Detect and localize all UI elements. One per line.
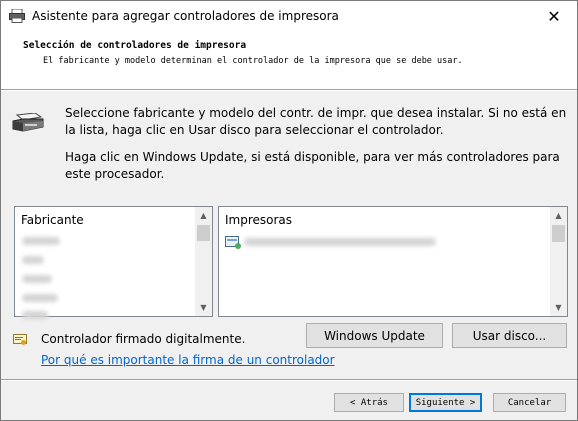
- have-disk-button[interactable]: Usar disco...: [452, 323, 567, 348]
- list-item[interactable]: [22, 275, 52, 283]
- cancel-button[interactable]: Cancelar: [493, 393, 566, 412]
- manufacturer-list-header: Fabricante: [21, 213, 84, 227]
- signed-driver-text: Controlador firmado digitalmente.: [41, 332, 246, 346]
- scroll-thumb[interactable]: [197, 225, 210, 241]
- instruction-text-1: Seleccione fabricante y modelo del contr…: [65, 106, 567, 137]
- header-divider: [1, 89, 577, 91]
- driver-signing-link[interactable]: Por qué es importante la firma de un con…: [41, 353, 335, 367]
- list-item[interactable]: [22, 294, 58, 302]
- list-item[interactable]: [22, 237, 60, 245]
- scroll-up-icon[interactable]: ▲: [550, 207, 567, 224]
- back-button[interactable]: < Atrás: [334, 393, 404, 412]
- wizard-header: Selección de controladores de impresora …: [1, 31, 577, 90]
- page-title: Selección de controladores de impresora: [23, 40, 247, 51]
- list-item[interactable]: [244, 238, 436, 246]
- list-item[interactable]: [22, 311, 48, 319]
- scroll-up-icon[interactable]: ▲: [195, 207, 212, 224]
- printer-list-header: Impresoras: [225, 213, 293, 227]
- printer-icon: [12, 113, 44, 132]
- title-bar: Asistente para agregar controladores de …: [1, 1, 577, 31]
- add-printer-driver-wizard: Asistente para agregar controladores de …: [0, 0, 578, 421]
- footer-divider: [1, 379, 577, 381]
- scroll-thumb[interactable]: [552, 225, 565, 242]
- windows-update-button[interactable]: Windows Update: [306, 323, 443, 348]
- close-icon[interactable]: ✕: [531, 1, 577, 31]
- page-subtitle: El fabricante y modelo determinan el con…: [43, 56, 463, 66]
- scroll-down-icon[interactable]: ▼: [195, 299, 212, 316]
- printer-scrollbar[interactable]: ▲ ▼: [550, 207, 567, 316]
- list-item[interactable]: [22, 256, 44, 264]
- manufacturer-list[interactable]: Fabricante ▲ ▼: [14, 206, 213, 319]
- printer-list[interactable]: Impresoras ▲ ▼: [218, 206, 568, 317]
- manufacturer-scrollbar[interactable]: ▲ ▼: [195, 207, 212, 316]
- next-button[interactable]: Siguiente >: [409, 393, 482, 412]
- printer-icon: [9, 9, 25, 23]
- scroll-down-icon[interactable]: ▼: [550, 299, 567, 316]
- window-title: Asistente para agregar controladores de …: [32, 9, 339, 23]
- printer-driver-icon: [225, 236, 241, 249]
- instruction-text-2: Haga clic en Windows Update, si está dis…: [65, 150, 560, 181]
- certificate-icon: [13, 334, 27, 345]
